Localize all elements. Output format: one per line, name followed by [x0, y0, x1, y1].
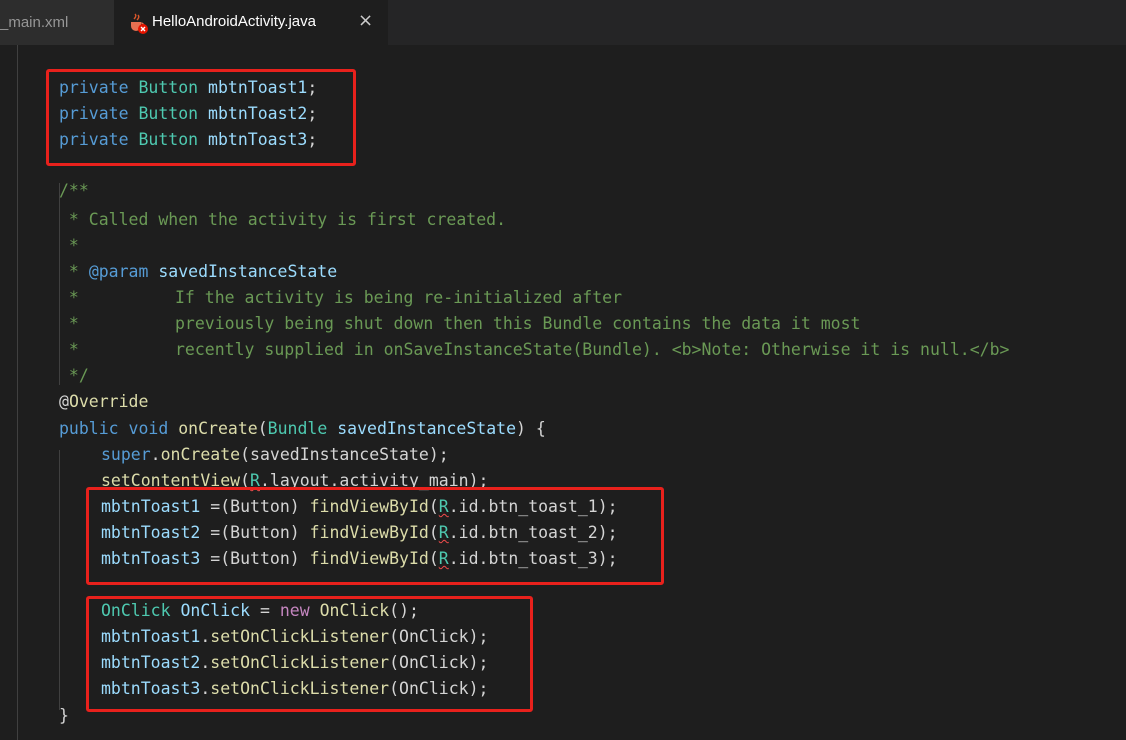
code-line: * If the activity is being re-initialized…	[59, 288, 623, 307]
code-line: *	[59, 236, 79, 255]
indent-guide	[17, 45, 18, 740]
code-line: super.onCreate(savedInstanceState);	[101, 445, 449, 464]
tab-label: HelloAndroidActivity.java	[152, 13, 316, 30]
code-line: * recently supplied in onSaveInstanceStat…	[59, 340, 1010, 359]
highlight-box-onclick	[86, 596, 533, 712]
java-file-error-icon	[131, 13, 148, 34]
code-line: * previously being shut down then this Bu…	[59, 314, 861, 333]
code-line: @Override	[59, 392, 149, 411]
code-line: * Called when the activity is first crea…	[59, 210, 507, 229]
close-tab-icon[interactable]: ×	[358, 10, 373, 31]
code-line: * @param savedInstanceState	[59, 262, 338, 281]
highlight-box-fields	[46, 69, 356, 166]
code-editor[interactable]: private Button mbtnToast1; private Butto…	[0, 45, 1126, 740]
highlight-box-findviewbyid	[86, 487, 664, 585]
code-line: public void onCreate(Bundle savedInstanc…	[59, 419, 546, 438]
tab-main-xml[interactable]: _main.xml	[0, 0, 114, 45]
code-line: */	[59, 366, 89, 385]
tab-hello-android-activity[interactable]: HelloAndroidActivity.java ×	[114, 0, 388, 45]
indent-guide	[59, 450, 60, 710]
tab-label: _main.xml	[0, 14, 69, 31]
code-line: /**	[59, 181, 89, 200]
code-line: }	[59, 706, 69, 725]
editor-tab-bar: _main.xml HelloAndroidActivity.java ×	[0, 0, 1126, 45]
